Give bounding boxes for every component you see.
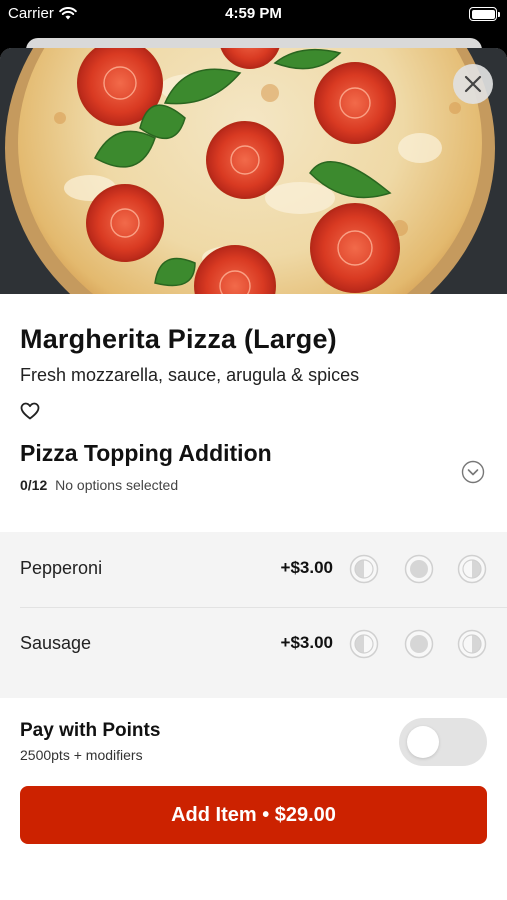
modifier-group-header[interactable]: Pizza Topping Addition 0/12 No options s…	[0, 440, 507, 493]
clock: 4:59 PM	[225, 5, 282, 22]
left-half-icon[interactable]	[349, 629, 379, 659]
right-half-icon[interactable]	[457, 629, 487, 659]
option-row-pepperoni[interactable]: Pepperoni +$3.00	[0, 532, 507, 607]
modifier-group-status: 0/12 No options selected	[20, 477, 487, 493]
option-price: +$3.00	[280, 633, 333, 652]
modifier-group-title: Pizza Topping Addition	[20, 440, 272, 466]
item-info: Margherita Pizza (Large) Fresh mozzarell…	[0, 294, 507, 425]
points-title: Pay with Points	[20, 720, 161, 741]
selection-count: 0/12	[20, 477, 48, 493]
status-bar: Carrier 4:59 PM	[0, 0, 507, 30]
right-half-icon[interactable]	[457, 554, 487, 584]
close-icon	[464, 75, 482, 93]
option-row-sausage[interactable]: Sausage +$3.00	[0, 607, 507, 682]
pizza-image	[0, 48, 507, 294]
add-item-button[interactable]: Add Item • $29.00	[20, 786, 487, 844]
whole-icon[interactable]	[404, 554, 434, 584]
pay-with-points-toggle[interactable]	[399, 718, 487, 766]
item-hero-image	[0, 48, 507, 294]
chevron-down-circle-icon[interactable]	[461, 460, 485, 484]
pay-with-points: Pay with Points 2500pts + modifiers	[0, 718, 507, 780]
heart-outline-icon[interactable]	[20, 402, 40, 420]
option-price: +$3.00	[280, 558, 333, 577]
modifier-options-list: Pepperoni +$3.00 Sausage +$3.00	[0, 532, 507, 698]
item-description: Fresh mozzarella, sauce, arugula & spice…	[20, 365, 360, 385]
left-half-icon[interactable]	[349, 554, 379, 584]
item-title: Margherita Pizza (Large)	[20, 324, 337, 354]
selection-status: No options selected	[55, 477, 179, 493]
close-button[interactable]	[453, 64, 493, 104]
battery-icon	[469, 7, 500, 21]
toggle-knob	[407, 726, 439, 758]
whole-icon[interactable]	[404, 629, 434, 659]
option-name: Pepperoni	[20, 558, 103, 578]
points-subtitle: 2500pts + modifiers	[20, 747, 143, 763]
option-name: Sausage	[20, 633, 92, 653]
